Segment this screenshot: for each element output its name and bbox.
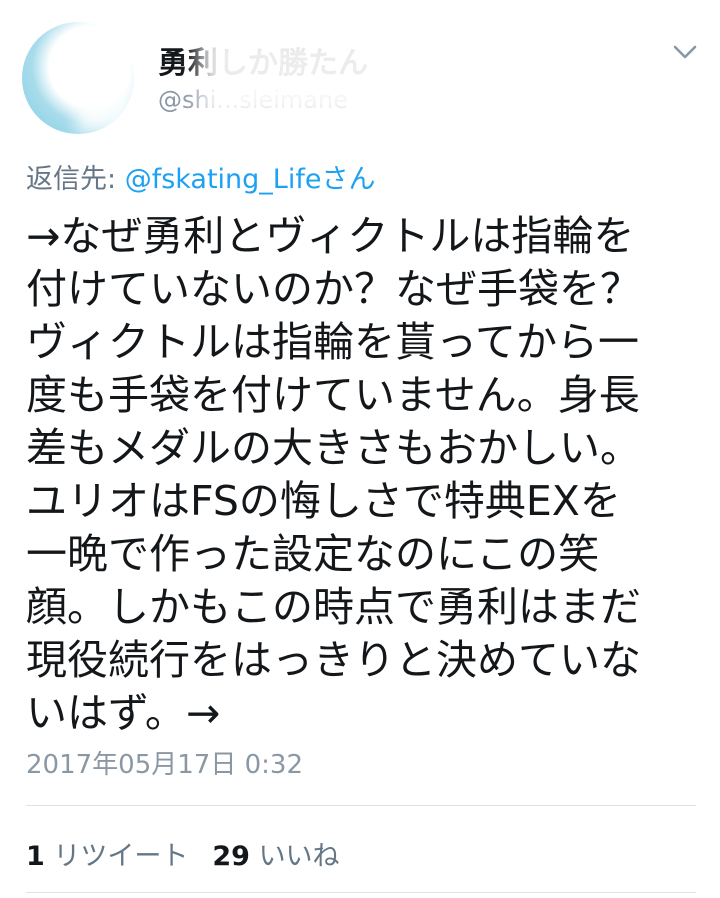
avatar[interactable] — [22, 22, 134, 134]
tweet-line: 度も手袋を付けていません。身長 — [26, 371, 640, 419]
tweet-stats: 1 リツイート 29 いいね — [26, 834, 340, 873]
tweet-text: →なぜ勇利とヴィクトルは指輪を 付けていないのか？なぜ手袋を？ ヴィクトルは指輪… — [26, 210, 694, 740]
likes-label: いいね — [258, 841, 340, 872]
retweets-stat[interactable]: 1 リツイート — [26, 841, 188, 872]
likes-count: 29 — [212, 841, 250, 872]
tweet-line: 一晩で作った設定なのにこの笑 — [26, 530, 600, 578]
reply-to-mention[interactable]: @fskating_Lifeさん — [125, 164, 376, 195]
tweet-line: ユリオはFSの悔しさで特典EXを — [26, 477, 621, 525]
tweet-line: 現役続行をはっきりと決めていな — [26, 636, 641, 684]
tweet-timestamp[interactable]: 2017年05月17日 0:32 — [26, 744, 303, 781]
reply-to-line: 返信先: @fskating_Lifeさん — [26, 157, 375, 196]
divider — [26, 805, 696, 806]
tweet-line: 顔。しかもこの時点で勇利はまだ — [26, 583, 641, 631]
tweet-line: 差もメダルの大きさもおかしい。 — [26, 424, 641, 472]
avatar-blur — [77, 22, 134, 134]
retweets-label: リツイート — [53, 841, 189, 872]
retweets-count: 1 — [26, 841, 45, 872]
tweet-line: →なぜ勇利とヴィクトルは指輪を — [26, 212, 635, 260]
redaction-blur — [200, 30, 460, 120]
likes-stat[interactable]: 29 いいね — [212, 841, 339, 872]
chevron-down-icon[interactable] — [672, 42, 698, 62]
divider — [26, 892, 696, 893]
tweet-line: いはず。→ — [26, 689, 221, 737]
tweet-line: ヴィクトルは指輪を貰ってから一 — [26, 318, 639, 366]
reply-to-prefix: 返信先: — [26, 164, 125, 195]
tweet-line: 付けていないのか？なぜ手袋を？ — [26, 265, 641, 313]
